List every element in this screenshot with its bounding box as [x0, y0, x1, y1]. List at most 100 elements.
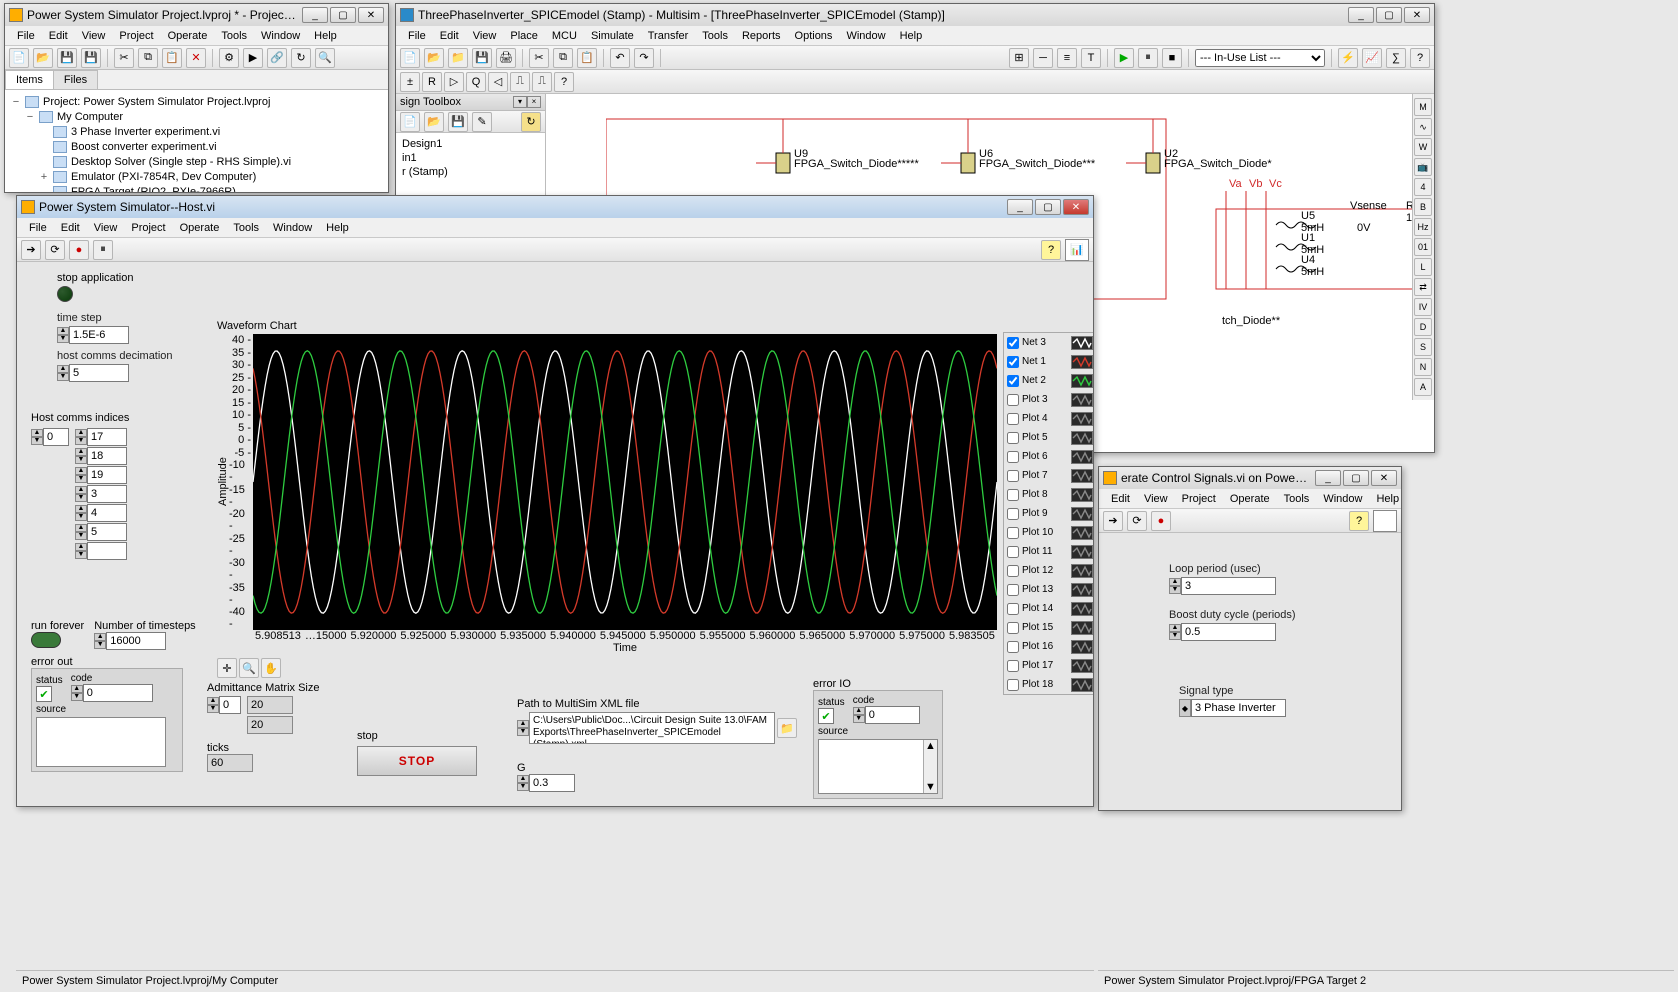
save-icon[interactable]: 💾 — [472, 48, 492, 68]
legend-item[interactable]: Plot 14 — [1004, 599, 1093, 618]
menu-project[interactable]: Project — [1176, 491, 1222, 507]
menu-file[interactable]: File — [11, 28, 41, 44]
copy-icon[interactable]: ⧉ — [138, 48, 158, 68]
legend-item[interactable]: Plot 11 — [1004, 542, 1093, 561]
diode-icon[interactable]: ▷ — [444, 72, 464, 92]
legend-item[interactable]: Net 3 — [1004, 333, 1093, 352]
menu-window[interactable]: Window — [255, 28, 306, 44]
minimize-button[interactable]: _ — [1315, 470, 1341, 486]
loop-period-input[interactable]: ▲▼ — [1169, 577, 1381, 595]
run-icon[interactable]: ▶ — [1114, 48, 1134, 68]
index-cell[interactable]: ▲▼ — [75, 523, 127, 541]
menu-simulate[interactable]: Simulate — [585, 28, 640, 44]
refresh-design-icon[interactable]: ↻ — [521, 112, 541, 132]
bode-icon[interactable]: B — [1414, 198, 1432, 216]
close-button[interactable]: ✕ — [1404, 7, 1430, 23]
tree-item[interactable]: Desktop Solver (Single step - RHS Simple… — [11, 154, 382, 169]
save-all-icon[interactable]: 💾 — [81, 48, 101, 68]
legend-item[interactable]: Plot 6 — [1004, 447, 1093, 466]
dist-icon[interactable]: D — [1414, 318, 1432, 336]
menu-project[interactable]: Project — [125, 220, 171, 236]
abort-icon[interactable]: ● — [69, 240, 89, 260]
admittance-outer-index[interactable]: ▲▼ — [207, 696, 241, 714]
logic-conv-icon[interactable]: ⇄ — [1414, 278, 1432, 296]
rename-icon[interactable]: ✎ — [472, 112, 492, 132]
project-tree[interactable]: −Project: Power System Simulator Project… — [5, 90, 388, 192]
menu-project[interactable]: Project — [113, 28, 159, 44]
legend-item[interactable]: Plot 5 — [1004, 428, 1093, 447]
titlebar[interactable]: ThreePhaseInverter_SPICEmodel (Stamp) - … — [396, 4, 1434, 26]
menu-operate[interactable]: Operate — [174, 220, 226, 236]
cut-icon[interactable]: ✂ — [529, 48, 549, 68]
menu-file[interactable]: File — [23, 220, 53, 236]
save-design-icon[interactable]: 💾 — [448, 112, 468, 132]
transistor-icon[interactable]: Q — [466, 72, 486, 92]
index-cell[interactable]: ▲▼ — [75, 504, 127, 522]
menu-mcu[interactable]: MCU — [546, 28, 583, 44]
run-icon[interactable]: ➔ — [1103, 511, 1123, 531]
menu-transfer[interactable]: Transfer — [642, 28, 695, 44]
connect-icon[interactable]: 🔗 — [267, 48, 287, 68]
run-continuous-icon[interactable]: ⟳ — [45, 240, 65, 260]
delete-icon[interactable]: ✕ — [186, 48, 206, 68]
stop-application-led[interactable] — [57, 286, 73, 302]
tab-items[interactable]: Items — [5, 70, 54, 89]
paste-icon[interactable]: 📋 — [162, 48, 182, 68]
help-icon[interactable]: ? — [1410, 48, 1430, 68]
browse-icon[interactable]: 📁 — [777, 718, 797, 738]
menu-edit[interactable]: Edit — [434, 28, 465, 44]
refresh-icon[interactable]: ↻ — [291, 48, 311, 68]
tab-files[interactable]: Files — [53, 70, 98, 89]
menu-help[interactable]: Help — [308, 28, 343, 44]
maximize-button[interactable]: ▢ — [1376, 7, 1402, 23]
legend-item[interactable]: Plot 13 — [1004, 580, 1093, 599]
minimize-button[interactable]: _ — [1007, 199, 1033, 215]
iv-icon[interactable]: IV — [1414, 298, 1432, 316]
path-input[interactable]: C:\Users\Public\Doc...\Circuit Design Su… — [529, 712, 775, 744]
titlebar[interactable]: Power System Simulator Project.lvproj * … — [5, 4, 388, 26]
index-cell[interactable]: ▲▼ — [75, 428, 127, 446]
menu-window[interactable]: Window — [267, 220, 318, 236]
run-continuous-icon[interactable]: ⟳ — [1127, 511, 1147, 531]
close-panel-icon[interactable]: × — [527, 96, 541, 108]
boost-duty-input[interactable]: ▲▼ — [1169, 623, 1381, 641]
menu-tools[interactable]: Tools — [696, 28, 734, 44]
tree-item[interactable]: −My Computer — [11, 109, 382, 124]
place-text-icon[interactable]: T — [1081, 48, 1101, 68]
open-sample-icon[interactable]: 📁 — [448, 48, 468, 68]
maximize-button[interactable]: ▢ — [1035, 199, 1061, 215]
agilent-icon[interactable]: A — [1414, 378, 1432, 396]
logic-icon[interactable]: L — [1414, 258, 1432, 276]
open-design-icon[interactable]: 📂 — [424, 112, 444, 132]
legend-item[interactable]: Net 1 — [1004, 352, 1093, 371]
cut-icon[interactable]: ✂ — [114, 48, 134, 68]
titlebar[interactable]: erate Control Signals.vi on Power System… — [1099, 467, 1401, 489]
grapher-icon[interactable]: 📈 — [1362, 48, 1382, 68]
legend-item[interactable]: Plot 16 — [1004, 637, 1093, 656]
open-icon[interactable]: 📂 — [424, 48, 444, 68]
menu-edit[interactable]: Edit — [43, 28, 74, 44]
deploy-icon[interactable]: ▶ — [243, 48, 263, 68]
zoom-icon[interactable]: 🔍 — [239, 658, 259, 678]
place-wire-icon[interactable]: ─ — [1033, 48, 1053, 68]
index-cell[interactable]: ▲▼ — [75, 447, 127, 465]
tree-item[interactable]: −Project: Power System Simulator Project… — [11, 94, 382, 109]
ttl-icon[interactable]: ⎍ — [510, 72, 530, 92]
maximize-button[interactable]: ▢ — [1343, 470, 1369, 486]
legend-item[interactable]: Plot 4 — [1004, 409, 1093, 428]
legend-item[interactable]: Plot 9 — [1004, 504, 1093, 523]
cmos-icon[interactable]: ⎍ — [532, 72, 552, 92]
wordgen-icon[interactable]: 01 — [1414, 238, 1432, 256]
find-icon[interactable]: 🔍 — [315, 48, 335, 68]
tree-item[interactable]: 3 Phase Inverter experiment.vi — [11, 124, 382, 139]
misc-icon[interactable]: ? — [554, 72, 574, 92]
tree-item[interactable]: FPGA Target (RIO2, PXIe-7966R) — [11, 184, 382, 192]
abort-icon[interactable]: ● — [1151, 511, 1171, 531]
analog-icon[interactable]: ◁ — [488, 72, 508, 92]
menu-tools[interactable]: Tools — [215, 28, 253, 44]
tree-item[interactable]: Boost converter experiment.vi — [11, 139, 382, 154]
postproc-icon[interactable]: ∑ — [1386, 48, 1406, 68]
menu-window[interactable]: Window — [840, 28, 891, 44]
paste-icon[interactable]: 📋 — [577, 48, 597, 68]
menu-edit[interactable]: Edit — [55, 220, 86, 236]
